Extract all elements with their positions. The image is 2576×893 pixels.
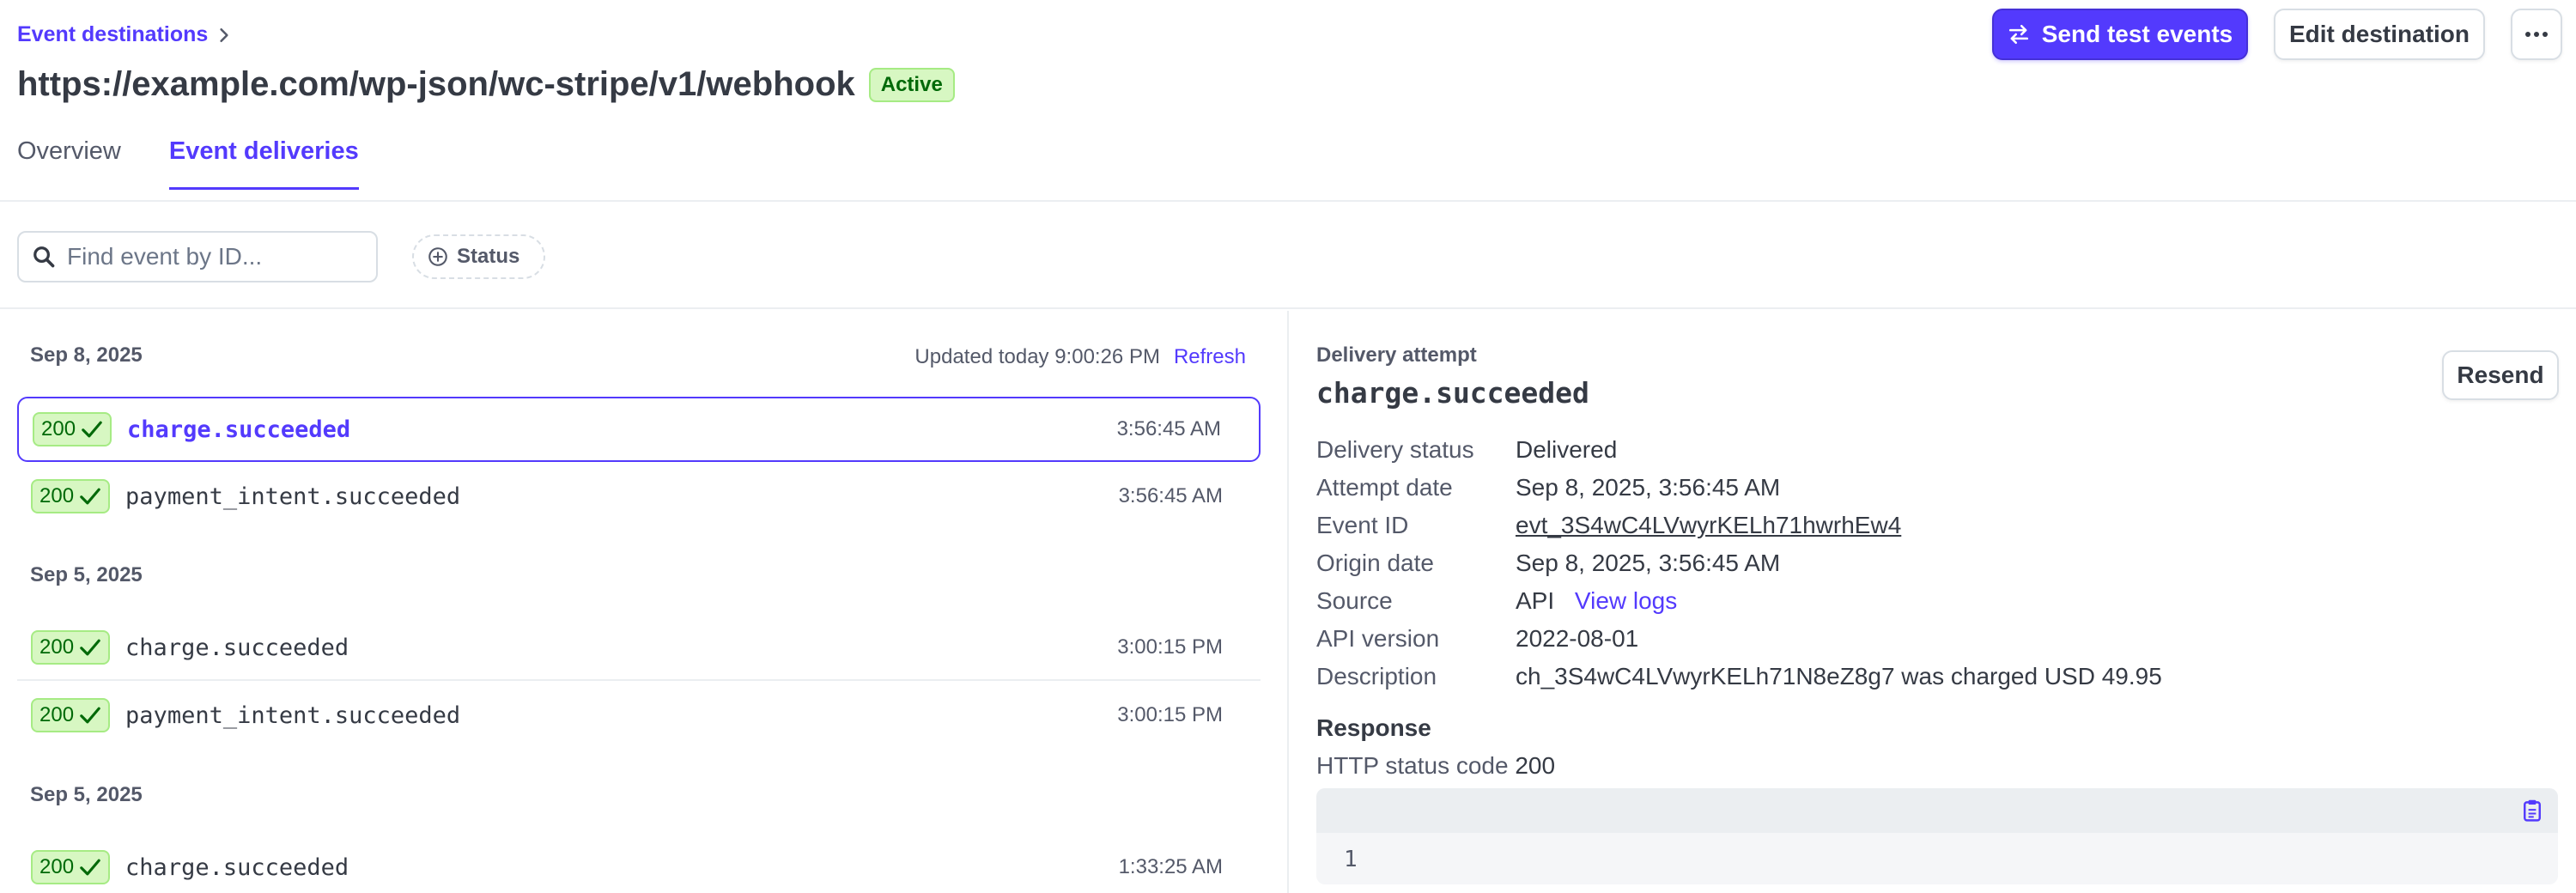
status-code: 200 [39, 703, 75, 726]
event-time: 3:00:15 PM [1117, 703, 1223, 726]
status-code: 200 [39, 855, 75, 878]
field-value: ch_3S4wC4LVwyrKELh71N8eZ8g7 was charged … [1516, 663, 2162, 689]
event-time: 3:00:15 PM [1117, 635, 1223, 659]
search-input[interactable] [67, 243, 359, 270]
status-filter-button[interactable]: Status [412, 234, 546, 279]
view-logs-link[interactable]: View logs [1575, 587, 1677, 614]
date-group-header: Sep 5, 2025 [30, 563, 143, 586]
event-name: payment_intent.succeeded [125, 702, 461, 729]
delivery-row[interactable]: 200 payment_intent.succeeded 3:00:15 PM [17, 683, 1261, 748]
response-body-code: 1 [1316, 788, 2558, 884]
send-test-events-button[interactable]: Send test events [1992, 9, 2248, 60]
field-row: Origin date Sep 8, 2025, 3:56:45 AM [1316, 544, 2162, 582]
event-time: 3:56:45 AM [1116, 417, 1221, 440]
event-name: charge.succeeded [125, 854, 349, 881]
field-value-source: API View logs [1516, 587, 1677, 615]
checkmark-icon [80, 707, 100, 724]
field-key: Delivery status [1316, 436, 1474, 463]
event-name: charge.succeeded [127, 416, 351, 443]
checkmark-icon [80, 859, 100, 876]
field-row: Event ID evt_3S4wC4LVwyrKELh71hwrhEw4 [1316, 507, 2162, 544]
updated-status: Updated today 9:00:26 PM Refresh [914, 345, 1246, 369]
date-group-header: Sep 8, 2025 [30, 343, 143, 367]
status-code-badge: 200 [33, 412, 112, 446]
source-value: API [1516, 587, 1555, 614]
send-test-events-label: Send test events [2041, 21, 2233, 47]
search-box[interactable] [17, 231, 378, 282]
resend-button[interactable]: Resend [2442, 350, 2559, 400]
http-status-label: HTTP status code [1316, 752, 1509, 779]
status-code: 200 [39, 484, 75, 507]
delivery-row[interactable]: 200 payment_intent.succeeded 3:56:45 AM [17, 464, 1261, 529]
status-code-badge: 200 [31, 479, 111, 513]
deliveries-list: Sep 8, 2025 Updated today 9:00:26 PM Ref… [0, 311, 1287, 893]
field-value: 2022-08-01 [1516, 625, 1639, 652]
event-time: 1:33:25 AM [1118, 855, 1223, 878]
event-name: charge.succeeded [125, 634, 349, 661]
edit-destination-button[interactable]: Edit destination [2274, 9, 2485, 60]
delivery-attempt-label: Delivery attempt [1316, 343, 1477, 367]
field-row: Description ch_3S4wC4LVwyrKELh71N8eZ8g7 … [1316, 658, 2162, 696]
page-title: https://example.com/wp-json/wc-stripe/v1… [17, 65, 855, 103]
more-dots-icon [2525, 32, 2548, 37]
breadcrumb[interactable]: Event destinations [17, 22, 232, 47]
event-id-link[interactable]: evt_3S4wC4LVwyrKELh71hwrhEw4 [1516, 512, 1901, 539]
tab-event-deliveries[interactable]: Event deliveries [168, 137, 359, 190]
filter-bar: Status [0, 202, 2576, 309]
http-status: HTTP status code 200 [1316, 752, 1555, 780]
delivery-fields: Delivery status Delivered Attempt date S… [1316, 431, 2162, 696]
status-code: 200 [39, 635, 75, 659]
status-filter-label: Status [457, 245, 520, 268]
field-value: Sep 8, 2025, 3:56:45 AM [1516, 550, 1781, 576]
date-group-header: Sep 5, 2025 [30, 783, 143, 806]
field-key: Event ID [1316, 512, 1409, 538]
swap-arrows-icon [2008, 24, 2028, 45]
tab-overview[interactable]: Overview [17, 137, 121, 188]
tab-bar: Overview Event deliveries [17, 137, 359, 190]
field-key: Description [1316, 663, 1437, 689]
page-header: Event destinations https://example.com/w… [0, 0, 2576, 202]
refresh-link[interactable]: Refresh [1174, 345, 1246, 369]
delivery-detail-panel: Delivery attempt charge.succeeded Resend… [1289, 311, 2576, 893]
chevron-right-icon [220, 27, 228, 42]
delivery-row[interactable]: 200 charge.succeeded 3:56:45 AM [17, 397, 1261, 462]
field-row: API version 2022-08-01 [1316, 620, 2162, 658]
event-name: payment_intent.succeeded [125, 483, 461, 510]
search-icon [33, 246, 55, 268]
status-code-badge: 200 [31, 630, 111, 665]
field-row: Attempt date Sep 8, 2025, 3:56:45 AM [1316, 469, 2162, 507]
field-key: Attempt date [1316, 474, 1453, 501]
code-toolbar [1316, 788, 2558, 833]
field-key: Origin date [1316, 550, 1434, 576]
checkmark-icon [82, 421, 102, 438]
status-code-badge: 200 [31, 698, 111, 732]
checkmark-icon [80, 639, 100, 656]
status-badge: Active [868, 67, 955, 102]
field-row: Delivery status Delivered [1316, 431, 2162, 469]
status-code: 200 [41, 417, 76, 440]
code-line-number: 1 [1344, 847, 1358, 872]
field-value: Sep 8, 2025, 3:56:45 AM [1516, 474, 1781, 501]
title-row: https://example.com/wp-json/wc-stripe/v1… [17, 65, 955, 104]
plus-circle-icon [428, 247, 447, 266]
delivery-event-title: charge.succeeded [1316, 376, 1589, 410]
updated-text: Updated today 9:00:26 PM [914, 345, 1160, 368]
more-options-button[interactable] [2511, 9, 2562, 60]
field-row: Source API View logs [1316, 582, 2162, 620]
field-key: API version [1316, 625, 1440, 652]
checkmark-icon [80, 488, 100, 505]
field-value: Delivered [1516, 436, 1618, 463]
status-code-badge: 200 [31, 850, 111, 884]
http-status-value: 200 [1515, 752, 1556, 779]
breadcrumb-label[interactable]: Event destinations [17, 22, 208, 47]
response-title: Response [1316, 714, 1431, 741]
event-time: 3:56:45 AM [1118, 484, 1223, 507]
field-key: Source [1316, 587, 1393, 614]
clipboard-icon[interactable] [2520, 799, 2544, 823]
delivery-row[interactable]: 200 charge.succeeded 1:33:25 AM [17, 835, 1261, 893]
delivery-row[interactable]: 200 charge.succeeded 3:00:15 PM [17, 616, 1261, 681]
